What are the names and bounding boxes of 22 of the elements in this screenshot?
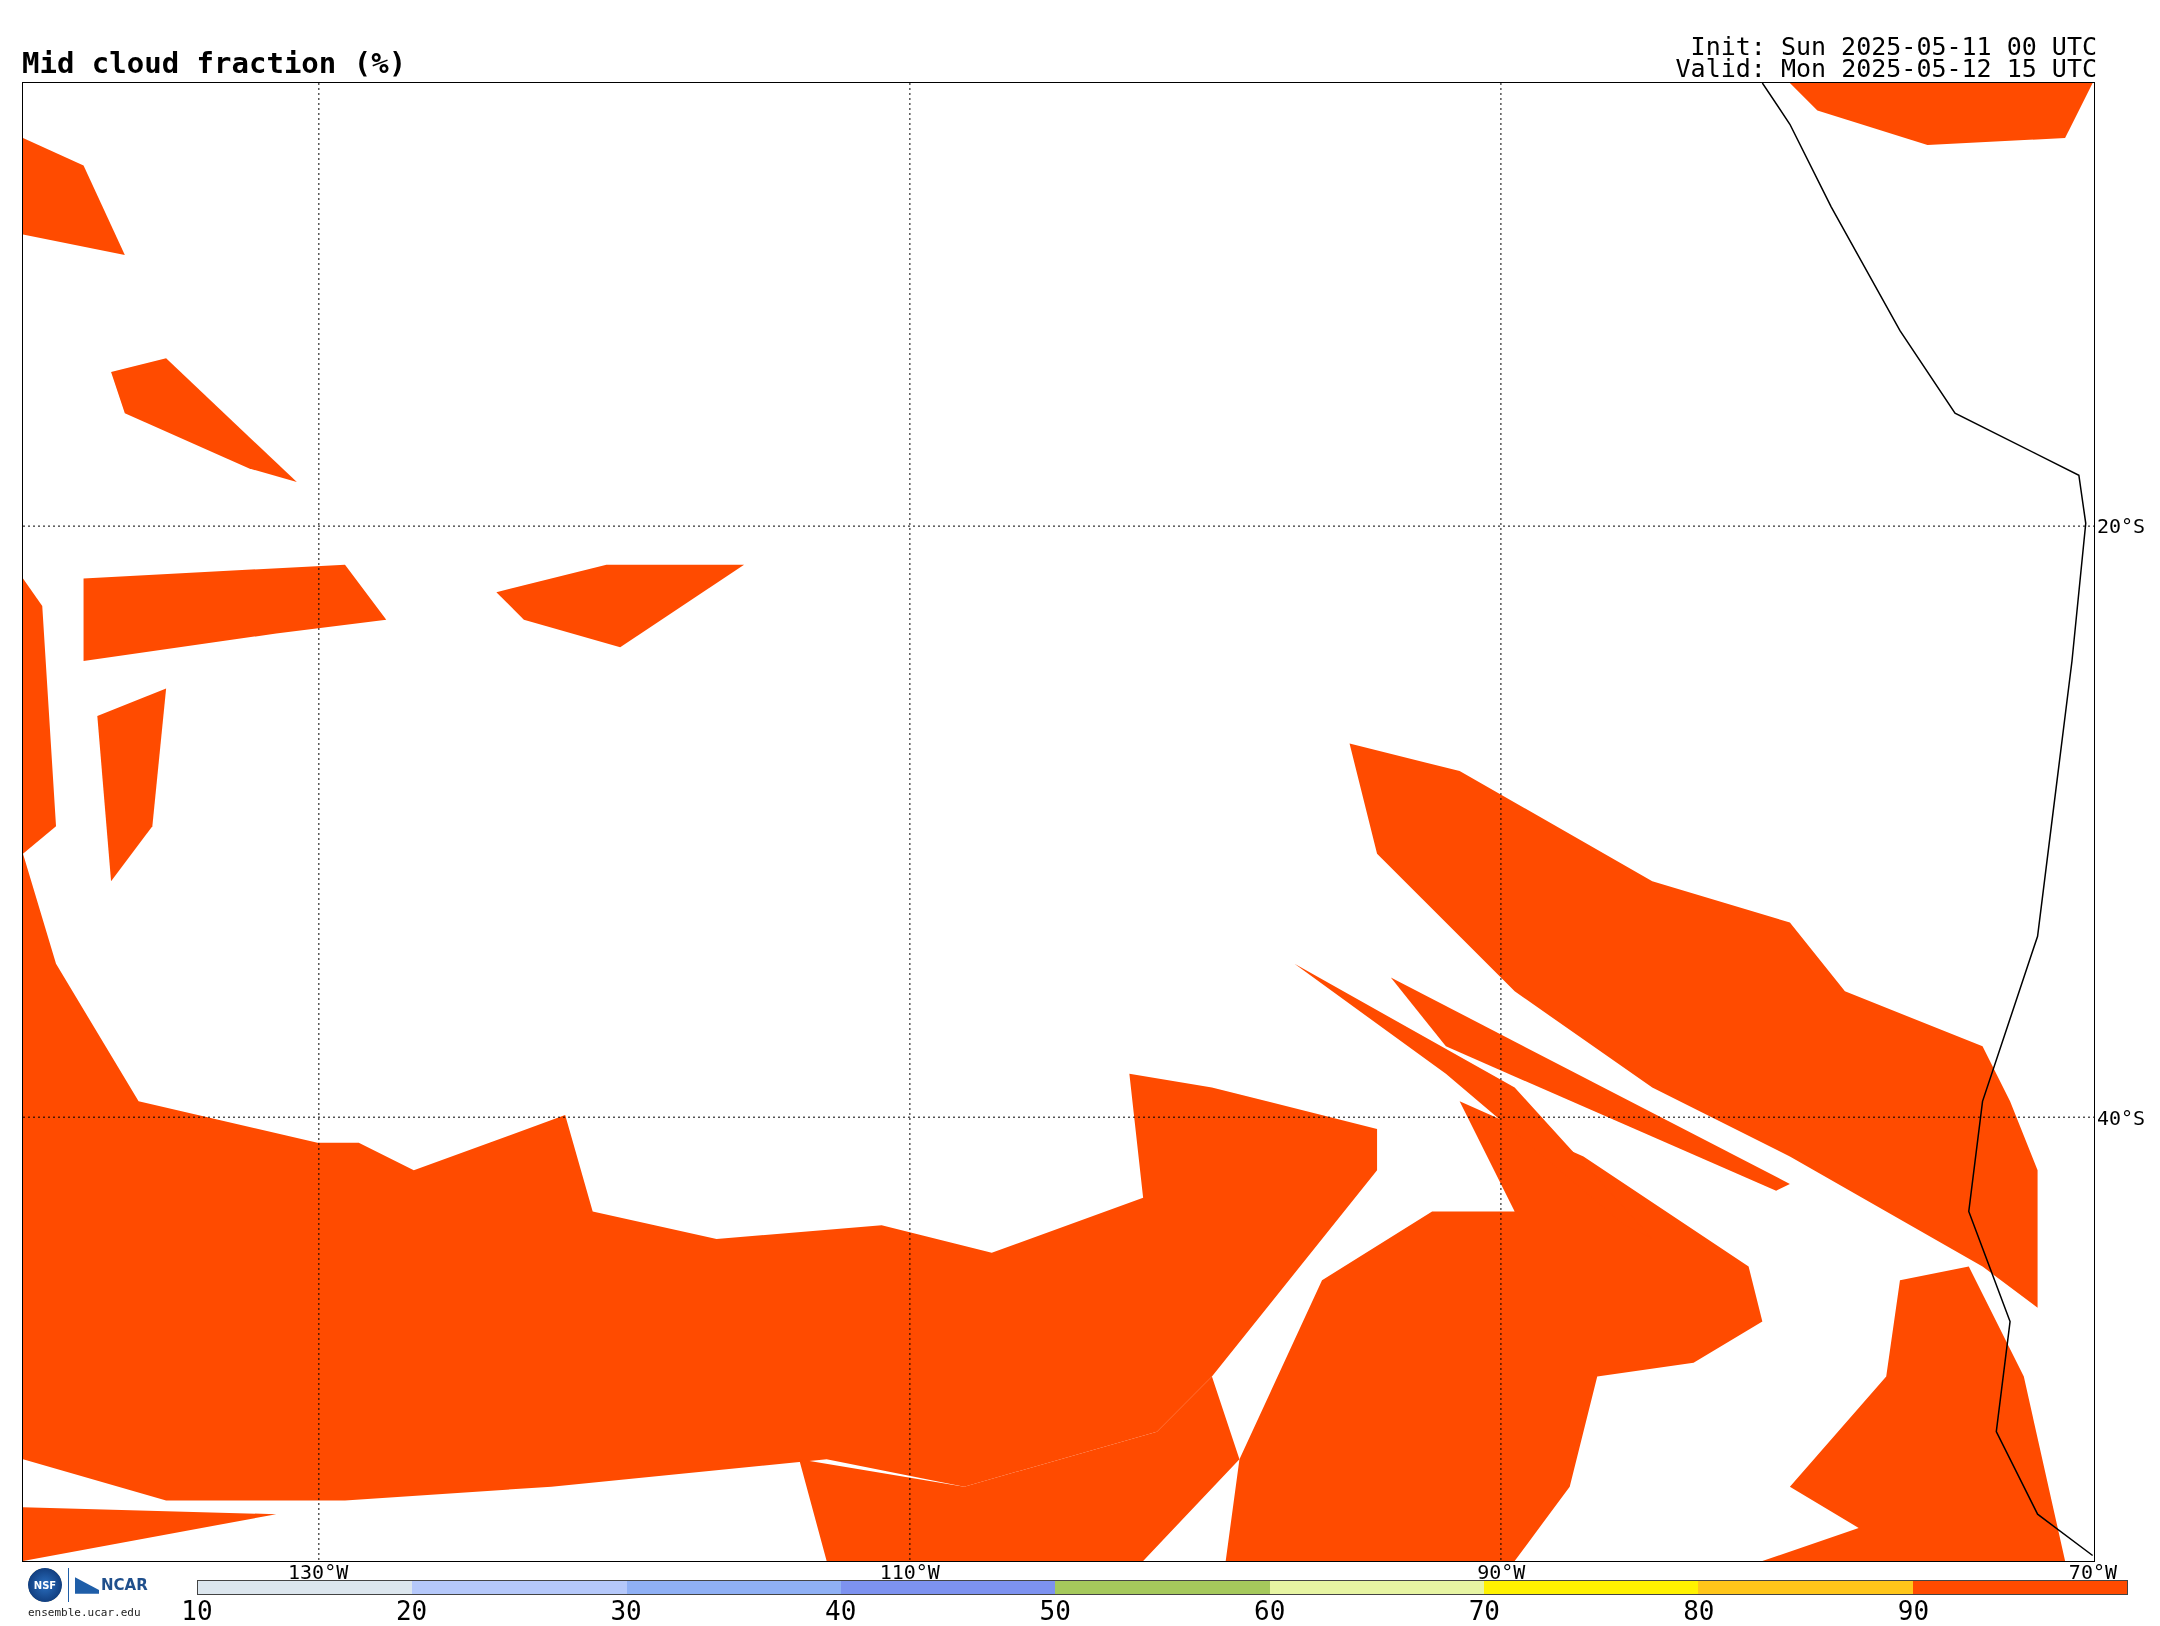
flag-icon <box>75 1576 99 1594</box>
longitude-label: 70°W <box>2068 1562 2117 1582</box>
latitude-label: 40°S <box>2096 1107 2146 1128</box>
nsf-logo: NSF <box>28 1568 62 1602</box>
longitude-label: 110°W <box>879 1562 940 1582</box>
site-url: ensemble.ucar.edu <box>28 1606 141 1619</box>
longitude-label: 130°W <box>288 1562 349 1582</box>
colorbar-tick-label: 10 <box>181 1597 213 1625</box>
latitude-label: 20°S <box>2096 515 2146 536</box>
colorbar-tick-label: 30 <box>610 1597 642 1625</box>
colorbar-tick-label: 90 <box>1897 1597 1930 1625</box>
colorbar-tick-label: 40 <box>825 1597 857 1625</box>
colorbar-tick-label: 50 <box>1039 1597 1071 1625</box>
valid-time: Valid: Mon 2025-05-12 15 UTC <box>1675 58 2097 80</box>
longitude-label: 90°W <box>1477 1562 1526 1582</box>
colorbar-tick-label: 60 <box>1254 1597 1286 1625</box>
init-time: Init: Sun 2025-05-11 00 UTC <box>1690 36 2097 58</box>
colorbar-tick-label: 80 <box>1683 1597 1715 1625</box>
ncar-logo: NCAR <box>101 1576 148 1594</box>
colorbar-tick-label: 20 <box>395 1597 428 1625</box>
colorbar-tick-label: 70 <box>1468 1597 1500 1625</box>
plot-title: Mid cloud fraction (%) <box>22 46 407 82</box>
